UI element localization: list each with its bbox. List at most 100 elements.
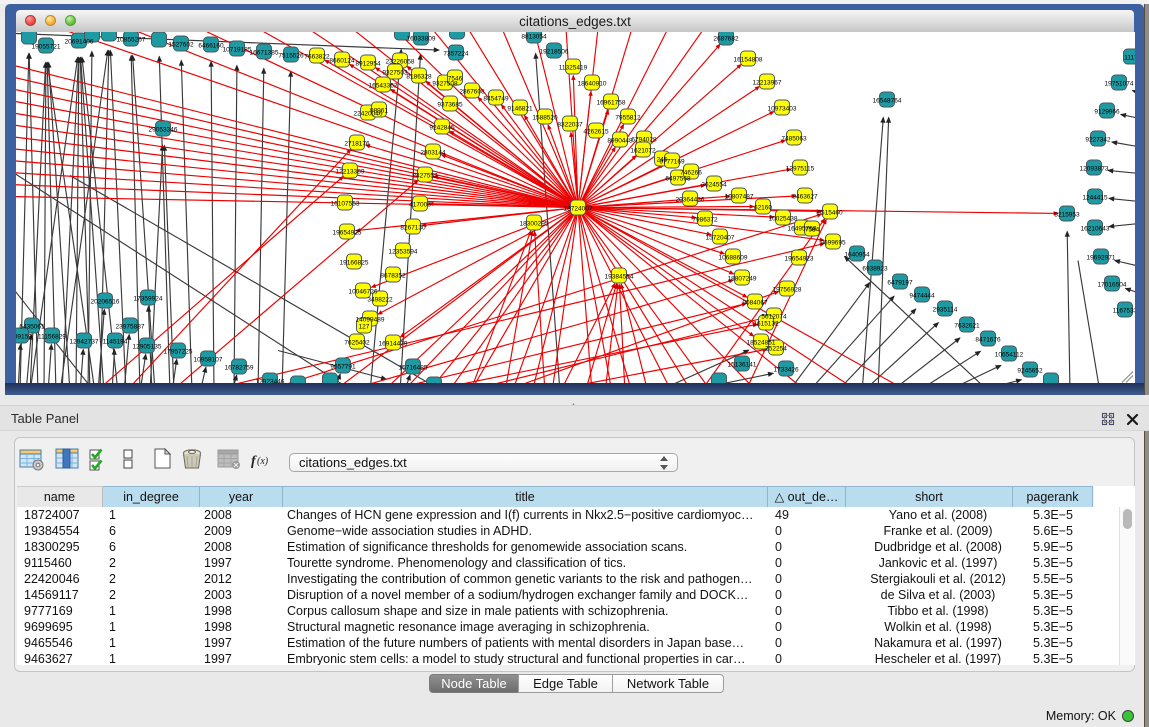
svg-text:7986372: 7986372 [692,216,718,223]
svg-text:746266: 746266 [680,169,702,176]
svg-text:23226058: 23226058 [386,58,415,65]
svg-text:2803144: 2803144 [420,149,446,156]
svg-text:3624554: 3624554 [701,181,727,188]
svg-text:14099489: 14099489 [356,316,385,323]
svg-text:9146821: 9146821 [507,105,533,112]
svg-text:16548764: 16548764 [873,97,902,104]
svg-text:20691406: 20691406 [65,38,94,45]
svg-text:98961: 98961 [370,107,388,114]
svg-text:2867608: 2867608 [459,88,485,95]
svg-text:5612074: 5612074 [761,313,787,320]
svg-text:4262615: 4262615 [583,128,609,135]
svg-text:10654112: 10654112 [995,351,1024,358]
svg-text:1244415: 1244415 [1082,194,1108,201]
svg-text:11156829: 11156829 [38,333,66,340]
svg-text:1117: 1117 [1124,54,1135,61]
svg-text:9699695: 9699695 [820,239,846,246]
svg-text:7625402: 7625402 [344,339,370,346]
svg-text:9463627: 9463627 [792,193,818,200]
svg-text:16154808: 16154808 [734,56,763,63]
svg-text:12353594: 12353594 [389,248,418,255]
svg-text:1733426: 1733426 [773,366,799,373]
svg-text:2935114: 2935114 [933,306,958,313]
svg-text:10973403: 10973403 [768,105,797,112]
svg-text:6497568: 6497568 [665,175,691,182]
svg-text:16107553: 16107553 [331,200,360,207]
svg-text:19692971: 19692971 [1087,254,1116,261]
svg-text:18807249: 18807249 [728,275,757,282]
svg-text:15136141: 15136141 [728,361,757,368]
svg-text:6794028: 6794028 [631,136,657,143]
svg-text:6466160: 6466160 [198,42,224,49]
svg-text:12942737: 12942737 [70,338,99,345]
svg-text:7584: 7584 [805,226,820,233]
svg-text:9373685: 9373685 [437,101,463,108]
svg-text:2718176: 2718176 [344,140,370,147]
svg-text:23975887: 23975887 [116,323,145,330]
svg-text:7485063: 7485063 [781,135,807,142]
svg-text:16782759: 16782759 [225,364,254,371]
svg-text:20364436: 20364436 [676,196,705,203]
svg-text:6435061: 6435061 [19,323,45,330]
svg-text:29053346: 29053346 [149,126,178,133]
svg-text:7632621: 7632621 [954,322,980,329]
svg-text:16914479: 16914479 [379,340,408,347]
svg-text:19654923: 19654923 [785,255,814,262]
svg-text:18300295: 18300295 [520,220,549,227]
svg-text:6938923: 6938923 [862,265,888,272]
svg-text:16671385: 16671385 [250,49,279,56]
svg-text:17016504: 17016504 [1098,281,1127,288]
svg-text:17359924: 17359924 [134,295,163,302]
svg-text:127: 127 [359,323,370,330]
svg-text:8427552: 8427552 [412,172,438,179]
svg-text:11325419: 11325419 [559,64,588,71]
svg-text:17957225: 17957225 [164,348,193,355]
svg-text:9227342: 9227342 [1085,136,1111,143]
svg-text:8215953: 8215953 [1054,211,1080,218]
svg-text:10025438: 10025438 [769,215,798,222]
svg-text:8678352: 8678352 [380,272,406,279]
svg-text:16543362: 16543362 [369,82,398,89]
svg-text:1167533: 1167533 [1113,307,1135,314]
svg-text:12213967: 12213967 [753,79,782,86]
svg-text:12905135: 12905135 [133,343,162,350]
svg-text:1145194: 1145194 [103,338,128,345]
svg-text:10807487: 10807487 [725,193,754,200]
svg-text:10688609: 10688609 [719,254,748,261]
svg-text:8990448: 8990448 [607,137,633,144]
svg-text:19756928: 19756928 [773,286,802,293]
svg-text:7663822: 7663822 [304,53,330,60]
svg-text:62160: 62160 [754,204,772,211]
svg-text:18724007: 18724007 [564,205,593,212]
svg-text:19055721: 19055721 [32,43,61,50]
svg-text:9657791: 9657791 [330,363,356,370]
svg-text:9474444: 9474444 [909,292,935,299]
svg-text:1615132: 1615132 [753,320,779,327]
svg-text:8454749: 8454749 [483,95,509,102]
svg-text:7515526: 7515526 [278,52,304,59]
svg-text:16961758: 16961758 [597,99,626,106]
svg-text:8813054: 8813054 [521,33,547,40]
svg-text:8471676: 8471676 [975,336,1001,343]
svg-text:10958107: 10958107 [194,356,223,363]
svg-text:7546: 7546 [448,75,463,82]
svg-text:12975115: 12975115 [786,165,815,172]
svg-text:9084067: 9084067 [742,299,768,306]
svg-text:20206516: 20206516 [91,298,120,305]
svg-text:12213389: 12213389 [336,168,365,175]
svg-text:1621072: 1621072 [630,147,656,154]
svg-text:(x): (x) [257,456,269,467]
svg-text:9242845: 9242845 [429,124,455,131]
svg-text:10719185: 10719185 [223,46,252,53]
svg-text:6479197: 6479197 [887,279,913,286]
svg-text:8912954: 8912954 [355,60,381,67]
svg-text:19384554: 19384554 [605,273,634,280]
svg-text:15716485: 15716485 [399,364,428,371]
svg-text:9515460: 9515460 [817,209,843,216]
svg-text:939159: 939159 [16,333,32,340]
svg-text:9777169: 9777169 [659,158,685,165]
svg-text:9327503: 9327503 [382,69,408,76]
svg-text:3498222: 3498222 [367,296,393,303]
svg-text:8186328: 8186328 [406,73,432,80]
svg-text:9129966: 9129966 [1094,108,1120,115]
